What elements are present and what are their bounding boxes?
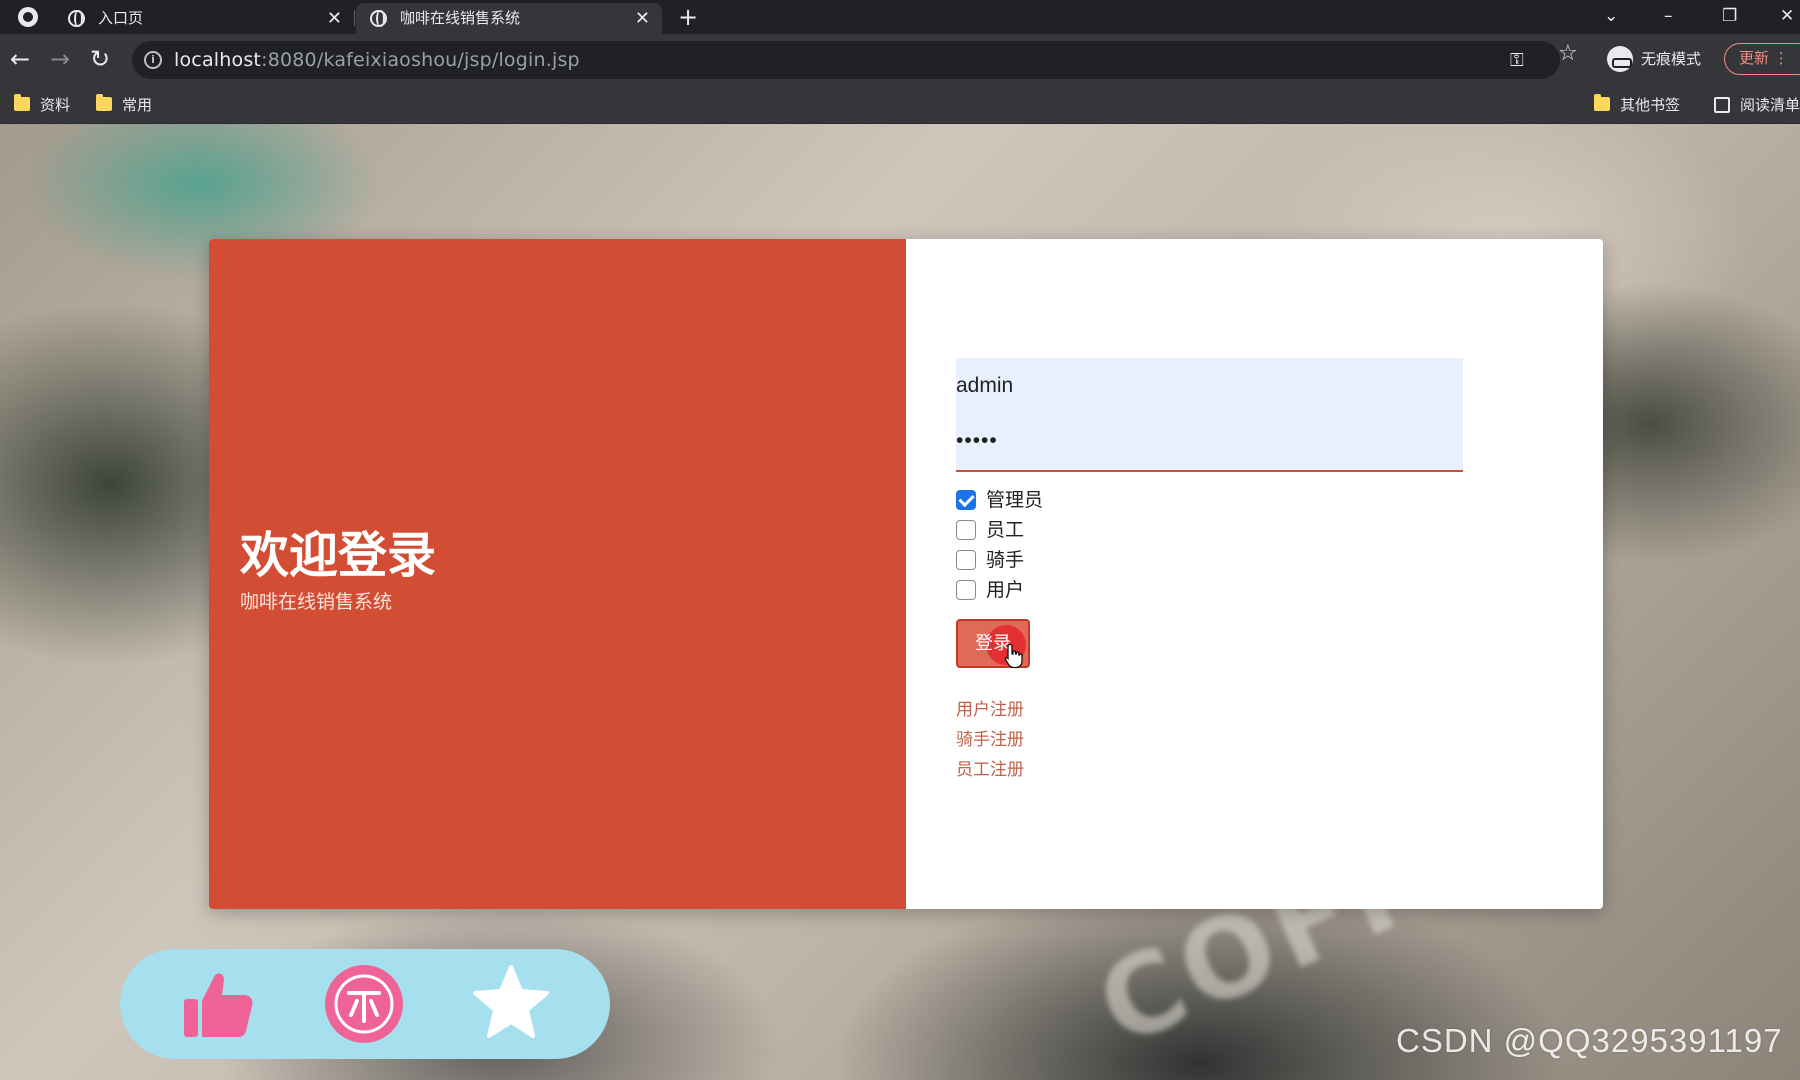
username-input[interactable]: [956, 364, 1463, 408]
browser-tab-bar: 入口页 ✕ 咖啡在线销售系统 ✕ + ⌄ – ❐ ✕: [0, 0, 1800, 34]
role-rider[interactable]: 骑手: [956, 548, 1096, 572]
tab-coffee-system[interactable]: 咖啡在线销售系统 ✕: [356, 3, 662, 34]
incognito-icon: [1607, 46, 1633, 72]
url-text[interactable]: localhost:8080/kafeixiaoshou/jsp/login.j…: [174, 41, 580, 79]
checkbox[interactable]: [956, 580, 976, 600]
role-staff[interactable]: 员工: [956, 518, 1096, 542]
user-register-link[interactable]: 用户注册: [956, 699, 1024, 721]
coin-icon[interactable]: [323, 963, 405, 1045]
site-info-icon[interactable]: i: [144, 51, 162, 69]
bookmark-folder-resources[interactable]: 资料: [12, 86, 70, 124]
checkbox-checked[interactable]: [956, 490, 976, 510]
close-tab-icon[interactable]: ✕: [635, 3, 650, 34]
login-form-panel: 管理员 员工 骑手 用户 登录: [906, 239, 1603, 909]
address-bar[interactable]: i localhost:8080/kafeixiaoshou/jsp/login…: [132, 41, 1560, 79]
tab-title: 咖啡在线销售系统: [400, 9, 521, 27]
thumbs-up-icon[interactable]: [178, 963, 260, 1045]
star-icon[interactable]: [470, 963, 552, 1045]
page-viewport: COFFEE 欢迎登录 咖啡在线销售系统 管理员 员工: [0, 124, 1800, 1080]
key-icon[interactable]: ⚿: [1510, 50, 1524, 71]
folder-icon: [1594, 94, 1610, 111]
login-button[interactable]: 登录: [956, 619, 1030, 669]
system-name: 咖啡在线销售系统: [240, 591, 393, 613]
welcome-panel: 欢迎登录 咖啡在线销售系统: [209, 239, 906, 909]
minimize-button[interactable]: –: [1664, 2, 1673, 30]
role-admin[interactable]: 管理员: [956, 488, 1096, 512]
back-icon[interactable]: ←: [10, 46, 30, 72]
role-user[interactable]: 用户: [956, 578, 1096, 602]
tab-title: 入口页: [98, 9, 144, 27]
browser-toolbar: ← → ↻ i localhost:8080/kafeixiaoshou/jsp…: [0, 34, 1800, 86]
incognito-indicator[interactable]: 无痕模式: [1605, 44, 1701, 74]
new-tab-button[interactable]: +: [678, 2, 698, 32]
tab-search-icon[interactable]: [18, 7, 38, 27]
welcome-title: 欢迎登录: [240, 527, 437, 584]
bookmark-star-icon[interactable]: ☆: [1558, 42, 1578, 66]
forward-icon[interactable]: →: [50, 46, 70, 72]
tab-list-chevron-icon[interactable]: ⌄: [1604, 2, 1618, 30]
rider-register-link[interactable]: 骑手注册: [956, 729, 1024, 751]
staff-register-link[interactable]: 员工注册: [956, 759, 1024, 781]
credentials-group: [956, 358, 1463, 472]
bookmarks-bar: 资料 常用 其他书签 阅读清单: [0, 86, 1800, 124]
hand-cursor-icon: [1004, 643, 1023, 669]
reading-list[interactable]: 阅读清单: [1712, 86, 1800, 124]
checkbox[interactable]: [956, 520, 976, 540]
close-window-button[interactable]: ✕: [1780, 2, 1794, 30]
other-bookmarks[interactable]: 其他书签: [1592, 86, 1680, 124]
tab-entry-page[interactable]: 入口页 ✕: [54, 3, 354, 34]
login-card: 欢迎登录 咖啡在线销售系统 管理员 员工 骑手: [209, 239, 1603, 909]
csdn-watermark: CSDN @QQ3295391197: [1396, 1022, 1783, 1059]
password-input[interactable]: [956, 419, 1463, 463]
reading-list-icon: [1714, 97, 1730, 113]
globe-icon: [68, 10, 85, 27]
update-button[interactable]: 更新 ⋮: [1724, 43, 1800, 75]
restore-button[interactable]: ❐: [1722, 2, 1737, 30]
folder-icon: [96, 94, 112, 111]
tab-separator: [354, 10, 355, 26]
floating-action-bar: [120, 949, 610, 1059]
folder-icon: [14, 94, 30, 111]
reload-icon[interactable]: ↻: [90, 46, 110, 72]
globe-icon: [370, 10, 387, 27]
close-tab-icon[interactable]: ✕: [327, 3, 342, 34]
bookmark-folder-common[interactable]: 常用: [94, 86, 152, 124]
checkbox[interactable]: [956, 550, 976, 570]
incognito-label: 无痕模式: [1641, 50, 1702, 68]
